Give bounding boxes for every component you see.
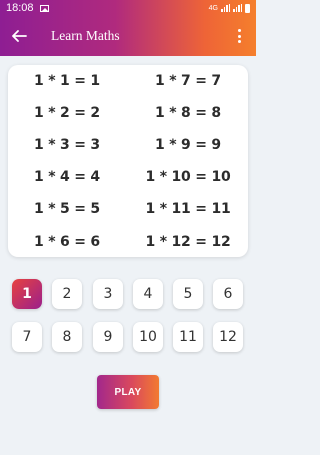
multiplication-table: 1 * 1 = 1 1 * 2 = 2 1 * 3 = 3 1 * 4 = 4 1 * … (8, 65, 248, 257)
overflow-menu-icon[interactable] (238, 29, 242, 43)
number-button-7[interactable]: 7 (12, 322, 42, 352)
table-cell: 1 * 7 = 7 (155, 73, 221, 89)
number-button-8[interactable]: 8 (52, 322, 82, 352)
number-button-9[interactable]: 9 (93, 322, 123, 352)
multiplication-table-card: 1 * 1 = 1 1 * 2 = 2 1 * 3 = 3 1 * 4 = 4 1 * … (8, 65, 248, 257)
table-cell: 1 * 9 = 9 (155, 137, 221, 153)
number-button-6[interactable]: 6 (213, 279, 243, 309)
toolbar: Learn Maths (0, 22, 256, 52)
number-button-4[interactable]: 4 (133, 279, 163, 309)
number-button-3[interactable]: 3 (93, 279, 123, 309)
table-cell: 1 * 3 = 3 (34, 137, 100, 153)
status-time: 18:08 (6, 2, 34, 14)
table-cell: 1 * 2 = 2 (34, 105, 100, 121)
number-button-10[interactable]: 10 (133, 322, 163, 352)
back-arrow-icon[interactable] (11, 30, 27, 42)
signal-icon-2 (233, 4, 242, 12)
battery-icon (245, 3, 250, 13)
page-title: Learn Maths (51, 28, 120, 43)
number-button-2[interactable]: 2 (52, 279, 82, 309)
table-cell: 1 * 8 = 8 (155, 105, 221, 121)
table-cell: 1 * 12 = 12 (145, 234, 231, 250)
app-header: 18:08 4G Learn Maths (0, 0, 256, 56)
table-cell: 1 * 5 = 5 (34, 201, 100, 217)
table-cell: 1 * 1 = 1 (34, 73, 100, 89)
status-bar: 18:08 4G (0, 0, 256, 16)
number-button-1[interactable]: 1 (12, 279, 42, 309)
status-indicators: 4G (208, 3, 250, 13)
table-cell: 1 * 11 = 11 (145, 201, 231, 217)
play-button[interactable]: PLAY (97, 375, 159, 409)
network-label: 4G (208, 4, 218, 12)
number-button-11[interactable]: 11 (173, 322, 203, 352)
number-button-5[interactable]: 5 (173, 279, 203, 309)
gallery-notification-icon (39, 4, 49, 12)
table-cell: 1 * 6 = 6 (34, 234, 100, 250)
table-cell: 1 * 10 = 10 (145, 169, 231, 185)
signal-icon (221, 4, 230, 12)
number-button-12[interactable]: 12 (213, 322, 243, 352)
table-cell: 1 * 4 = 4 (34, 169, 100, 185)
